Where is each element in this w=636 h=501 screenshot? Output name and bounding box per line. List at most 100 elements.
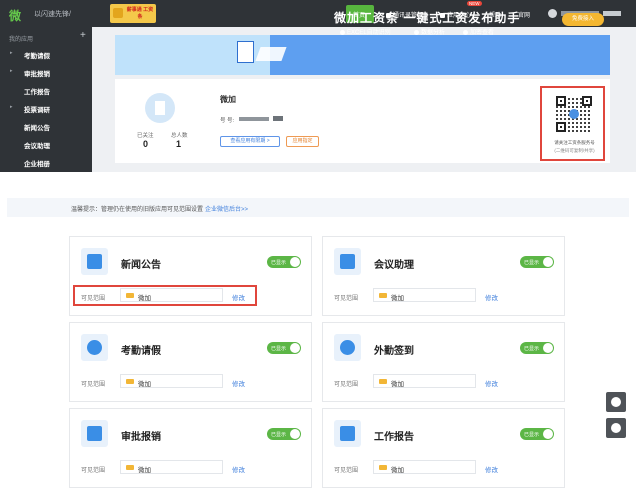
feature-dot-icon [340, 29, 345, 35]
app-card-work-report: 工作报告 已显示 可见范围 微加 修改 [322, 408, 565, 488]
sidebar-item-label: 会议助理 [24, 143, 50, 150]
scope-field[interactable]: 微加 [373, 288, 476, 302]
app-title: 工作报告 [374, 432, 414, 443]
qr-finder [556, 122, 566, 132]
org-profile-card: 已关注 0 总人数 1 微加 号 号: 查看应用有限期 > 应用指定 [115, 79, 610, 163]
toggle-knob [290, 257, 300, 267]
scope-field[interactable]: 微加 [373, 460, 476, 474]
edit-scope-link[interactable]: 修改 [485, 292, 498, 302]
meeting-icon [334, 248, 361, 275]
org-id-redacted-2 [273, 116, 283, 121]
scope-value: 微加 [391, 381, 404, 388]
scope-value: 微加 [138, 381, 151, 388]
sidebar-item-album[interactable]: 企业相册 [0, 153, 92, 171]
app-title: 新闻公告 [121, 260, 161, 271]
toggle-label: 已显示 [271, 260, 287, 266]
feature-dot-icon [414, 29, 419, 35]
qr-code-icon[interactable] [556, 96, 592, 132]
qr-subcaption: (二维码可复制/共享) [554, 148, 595, 153]
app-logo: 微 [9, 9, 22, 23]
scope-field[interactable]: 微加 [373, 374, 476, 388]
chevron-right-icon: ▸ [10, 104, 13, 110]
building-icon [155, 101, 165, 115]
org-id-redacted [239, 117, 269, 121]
org-id-label: 号 号: [220, 118, 235, 124]
qr-center-logo [569, 109, 579, 119]
banner-feature-3: 加密查看 [463, 27, 494, 36]
banner-feature-label: 数据分析 [421, 30, 446, 36]
sidebar-item-survey[interactable]: ▸ 投票调研 [0, 99, 92, 117]
edit-scope-link[interactable]: 修改 [485, 378, 498, 388]
location-icon [334, 334, 361, 361]
avatar [548, 9, 557, 18]
toggle-label: 已显示 [271, 432, 287, 438]
edit-scope-link[interactable]: 修改 [232, 464, 245, 474]
banner-feature-1: EXCEL自动识别 [340, 27, 391, 36]
sidebar-item-label: 企业相册 [24, 161, 50, 168]
sidebar-item-approval[interactable]: ▸ 审批报销 [0, 63, 92, 81]
scope-value: 微加 [391, 295, 404, 302]
banner-feature-label: EXCEL自动识别 [347, 30, 391, 36]
app-title: 考勤请假 [121, 346, 161, 357]
sidebar-header: 我的应用 [9, 37, 34, 43]
stat-followed-value: 0 [143, 139, 149, 149]
edit-scope-link[interactable]: 修改 [232, 378, 245, 388]
float-phone-button[interactable] [606, 418, 626, 438]
sidebar-item-attendance[interactable]: ▸ 考勤请假 [0, 45, 92, 63]
visibility-toggle[interactable]: 已显示 [267, 256, 301, 268]
brand-chip-icon [113, 8, 123, 18]
folder-icon [379, 293, 387, 298]
news-icon [81, 248, 108, 275]
sidebar-item-label: 新闻公告 [24, 125, 50, 132]
sidebar-item-report[interactable]: 工作报告 [0, 81, 92, 99]
phone-icon [611, 423, 621, 433]
chevron-right-icon: ▸ [10, 50, 13, 56]
sidebar-item-news[interactable]: 新闻公告 [0, 117, 92, 135]
nav-new-badge: NEW [467, 1, 482, 6]
brand-chip[interactable]: 薪事通 工资条 [110, 4, 156, 23]
news-glyph [87, 254, 102, 269]
add-app-icon[interactable]: + [80, 30, 86, 41]
sidebar: 我的应用 + ▸ 考勤请假 ▸ 审批报销 工作报告 ▸ 投票调研 新闻公告 会议助理 … [0, 27, 92, 172]
sidebar-item-label: 工作报告 [24, 89, 50, 96]
notice-text: 温馨提示：管理仍在使用的旧版应用可见范围设置 企业微信后台>> [71, 204, 248, 213]
visibility-toggle[interactable]: 已显示 [267, 342, 301, 354]
clock-icon [81, 334, 108, 361]
org-avatar [145, 93, 175, 123]
visibility-toggle[interactable]: 已显示 [520, 342, 554, 354]
app-card-approval: 审批报销 已显示 可见范围 微加 修改 [69, 408, 312, 488]
toggle-label: 已显示 [524, 432, 540, 438]
promo-banner[interactable] [115, 35, 610, 75]
approval-icon [81, 420, 108, 447]
scope-field[interactable]: 微加 [120, 460, 223, 474]
visibility-toggle[interactable]: 已显示 [267, 428, 301, 440]
app-title: 外勤签到 [374, 346, 414, 357]
scope-field[interactable]: 微加 [120, 374, 223, 388]
float-support-button[interactable] [606, 392, 626, 412]
scope-label: 可见范围 [334, 468, 359, 474]
sidebar-item-meeting[interactable]: 会议助理 [0, 135, 92, 153]
free-access-button[interactable]: 免费接入 [562, 13, 604, 26]
top-nav-bar: 微 以闪速先锋/ 薪事通 工资条 首页 通讯录管理 应用中心 NEW 帮助 官网 [0, 0, 636, 27]
visibility-toggle[interactable]: 已显示 [520, 428, 554, 440]
view-validity-button[interactable]: 查看应用有限期 > [220, 136, 280, 147]
notice-link[interactable]: 企业微信后台>> [205, 207, 248, 213]
banner-feature-label: 加密查看 [470, 30, 495, 36]
app-title: 会议助理 [374, 260, 414, 271]
banner-feature-2: 数据分析 [414, 27, 445, 36]
company-name: 以闪速先锋/ [34, 11, 71, 18]
annotation-highlight-box [73, 285, 257, 306]
toggle-label: 已显示 [524, 260, 540, 266]
notice-message: 温馨提示：管理仍在使用的旧版应用可见范围设置 [71, 207, 204, 213]
visibility-toggle[interactable]: 已显示 [520, 256, 554, 268]
user-extra-redacted [603, 11, 621, 16]
toggle-knob [543, 343, 553, 353]
folder-icon [379, 465, 387, 470]
edit-scope-link[interactable]: 修改 [485, 464, 498, 474]
approval-glyph [87, 426, 102, 441]
app-assign-button[interactable]: 应用指定 [286, 136, 319, 147]
toggle-label: 已显示 [271, 346, 287, 352]
org-name: 微加 [220, 95, 236, 104]
stat-total-value: 1 [176, 139, 182, 149]
toggle-knob [543, 257, 553, 267]
